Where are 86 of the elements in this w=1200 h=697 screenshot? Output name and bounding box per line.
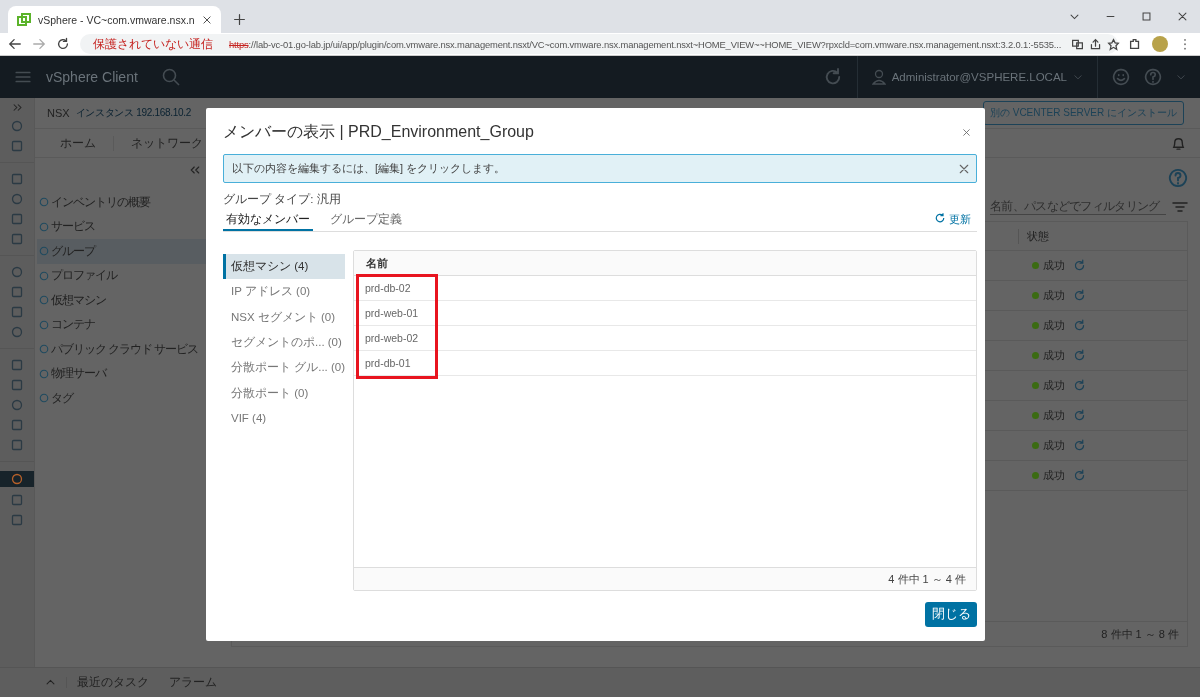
browser-tab[interactable]: vSphere - VC~com.vmware.nsx.n — [8, 6, 221, 33]
help-icon[interactable] — [1168, 168, 1188, 188]
status-text: 成功 — [1043, 378, 1065, 393]
translate-icon[interactable] — [1071, 37, 1085, 51]
status-text: 成功 — [1043, 468, 1065, 483]
bell-icon[interactable] — [1171, 135, 1186, 151]
share-icon[interactable] — [1089, 37, 1103, 51]
circle-icon — [39, 270, 49, 281]
info-text: 以下の内容を編集するには、[編集] をクリックします。 — [232, 161, 506, 176]
circle-icon — [39, 197, 49, 208]
reload-icon[interactable] — [56, 37, 70, 51]
sidebar-item[interactable]: サービス — [37, 214, 207, 239]
logo-icon — [17, 12, 31, 27]
refresh-icon[interactable] — [1073, 319, 1086, 332]
category-item[interactable]: 分散ポート グル... (0) — [223, 355, 345, 381]
status-text: 成功 — [1043, 288, 1065, 303]
close-icon[interactable] — [958, 162, 970, 175]
user-icon — [871, 69, 886, 85]
search-icon[interactable] — [161, 68, 180, 86]
dialog-tab[interactable]: 有効なメンバー — [223, 212, 313, 231]
tab-title: vSphere - VC~com.vmware.nsx.n — [38, 13, 195, 26]
circle-icon — [39, 368, 49, 379]
category-item[interactable]: 分散ポート (0) — [223, 380, 345, 406]
avatar-icon[interactable] — [1152, 36, 1168, 52]
circle-icon — [39, 393, 49, 404]
nav-tab[interactable]: ホーム — [43, 135, 114, 151]
category-item[interactable]: VIF (4) — [223, 405, 345, 432]
sidebar-item[interactable]: タグ — [37, 386, 207, 411]
maximize-icon[interactable] — [1140, 11, 1152, 22]
category-item[interactable]: NSX セグメント (0) — [223, 304, 345, 330]
table-cell: prd-web-01 — [365, 307, 419, 319]
user-menu[interactable]: Administrator@VSPHERE.LOCAL — [891, 71, 1067, 83]
category-item[interactable]: セグメントのポ... (0) — [223, 329, 345, 356]
table-cell: prd-db-01 — [365, 357, 411, 369]
table-cell: prd-db-02 — [365, 282, 411, 294]
close-icon[interactable] — [1176, 11, 1188, 22]
url-text: https://lab-vc-01.go-lab.jp/ui/app/plugin/com.vmware.nsx.management.nsxt/VC~com.vmware.nsx.management.nsxt~HOME_VIEW~~HOME_VIEW?rpxcld=com.vmware.nsx.management.nsxt:3.2.0.1:-5535... — [229, 38, 1062, 50]
refresh-icon[interactable] — [1073, 439, 1086, 452]
column-header: 名前 — [366, 255, 388, 271]
sidebar-item[interactable]: 仮想マシン — [37, 288, 207, 313]
refresh-icon — [934, 212, 946, 224]
sidebar-item[interactable]: パブリック クラウド サービス — [37, 337, 207, 362]
refresh-icon[interactable] — [1073, 409, 1086, 422]
status-text: 成功 — [1043, 348, 1065, 363]
status-text: 成功 — [1043, 318, 1065, 333]
help-icon[interactable] — [1144, 68, 1162, 86]
close-icon[interactable] — [962, 127, 971, 137]
app-title: vSphere Client — [46, 69, 138, 85]
group-type-text: グループ タイプ: 汎用 — [223, 192, 342, 207]
column-header: 状態 — [1018, 228, 1049, 244]
table-cell: prd-web-02 — [365, 332, 419, 344]
circle-icon — [39, 221, 49, 232]
refresh-link[interactable]: 更新 — [934, 212, 971, 231]
nav-icon[interactable] — [0, 471, 34, 487]
security-warning: 保護されていない通信 — [93, 36, 213, 52]
refresh-icon[interactable] — [1073, 289, 1086, 302]
status-text: 成功 — [1043, 258, 1065, 273]
instance-link[interactable]: インスタンス 192.168.10.2 — [75, 106, 192, 120]
circle-icon — [39, 295, 49, 306]
refresh-icon[interactable] — [1073, 259, 1086, 272]
category-item[interactable]: 仮想マシン (4) — [223, 254, 345, 280]
product-label: NSX — [47, 107, 70, 119]
close-icon[interactable] — [201, 14, 212, 25]
smiley-icon[interactable] — [1112, 68, 1130, 86]
pagination-text: 4 件中 1 ～ 4 件 — [888, 571, 966, 587]
sidebar-item[interactable]: 物理サーバ — [37, 361, 207, 386]
status-text: 成功 — [1043, 408, 1065, 423]
status-text: 成功 — [1043, 438, 1065, 453]
dialog-tab[interactable]: グループ定義 — [327, 212, 405, 231]
close-button[interactable]: 閉じる — [925, 602, 977, 627]
refresh-icon[interactable] — [1073, 349, 1086, 362]
star-icon[interactable] — [1107, 37, 1121, 51]
circle-icon — [39, 319, 49, 330]
forward-icon[interactable] — [32, 37, 46, 51]
refresh-icon[interactable] — [1073, 379, 1086, 392]
back-icon[interactable] — [8, 37, 22, 51]
refresh-icon[interactable] — [1073, 469, 1086, 482]
pagination-text: 8 件中 1 ～ 8 件 — [1101, 626, 1179, 642]
collapse-icon[interactable] — [189, 164, 201, 176]
expand-icon[interactable] — [11, 102, 23, 113]
circle-icon — [39, 246, 49, 257]
new-tab-icon[interactable] — [232, 13, 246, 26]
dialog-title: メンバーの表示 | PRD_Environment_Group — [223, 121, 534, 142]
category-item[interactable]: IP アドレス (0) — [223, 279, 345, 305]
address-field[interactable]: 保護されていない通信 https://lab-vc-01.go-lab.jp/ui/app/plugin/com.vmware.nsx.management.nsxt/VC~com.vmware.nsx.management.nsxt~HOME_VIEW~~HOME_VIEW?rpxcld=com.vmware.nsx.management.nsxt:3.2.0.1:-5535... — [80, 34, 1118, 54]
circle-icon — [39, 344, 49, 355]
